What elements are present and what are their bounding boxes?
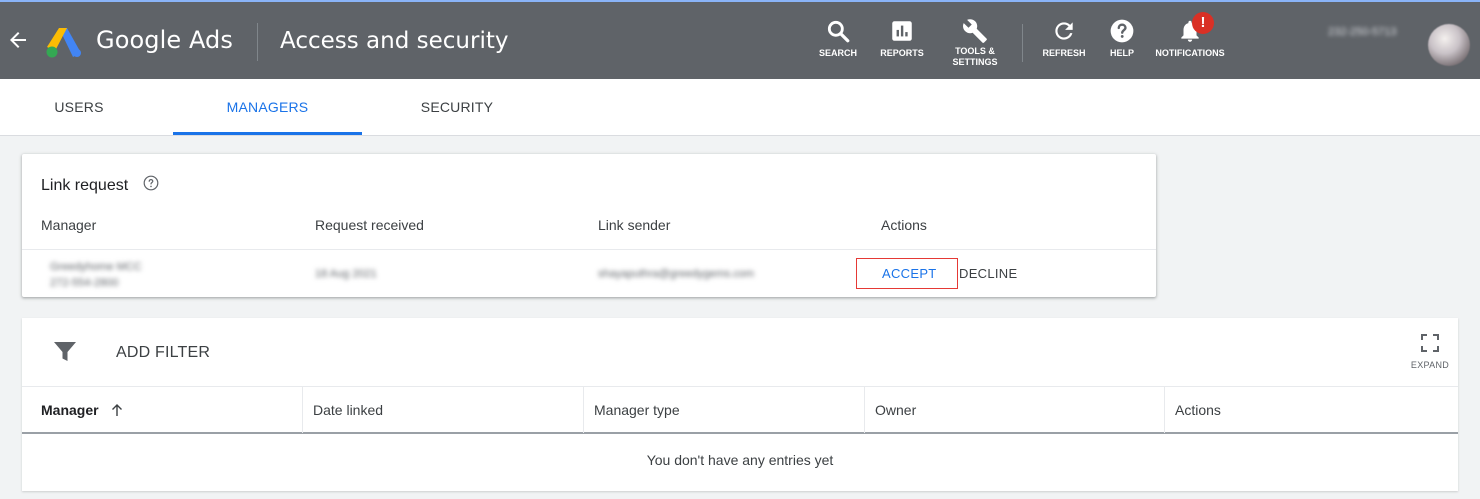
search-label: SEARCH — [818, 48, 857, 58]
account-avatar[interactable] — [1428, 24, 1470, 66]
notification-alert-badge: ! — [1192, 12, 1214, 34]
tab-managers[interactable]: MANAGERS — [173, 79, 362, 136]
managers-table-header: Manager Date linked Manager type Owner A… — [22, 386, 1458, 434]
search-icon — [827, 20, 850, 43]
add-filter-button[interactable]: ADD FILTER — [116, 344, 210, 362]
reports-label: REPORTS — [880, 48, 924, 58]
help-button[interactable]: HELP — [1104, 18, 1140, 59]
tab-users[interactable]: USERS — [0, 79, 158, 136]
search-button[interactable]: SEARCH — [817, 18, 859, 59]
notifications-button[interactable]: NOTIFICATIONS — [1152, 18, 1228, 59]
help-circle-icon[interactable] — [143, 175, 159, 191]
request-manager-id: 272-554-2800 — [50, 277, 119, 289]
expand-label: EXPAND — [1410, 360, 1450, 370]
header-divider — [1022, 24, 1023, 62]
google-ads-logo-icon — [46, 28, 81, 58]
request-link-sender: shayaputhra@greedygems.com — [598, 268, 755, 280]
sort-ascending-icon — [112, 403, 123, 416]
column-header-owner[interactable]: Owner — [864, 387, 1165, 433]
tab-security[interactable]: SECURITY — [362, 79, 552, 136]
brand-name: Google Ads — [96, 26, 233, 54]
column-header-request-received: Request received — [315, 217, 424, 233]
fullscreen-icon — [1421, 334, 1439, 352]
column-header-actions: Actions — [1164, 387, 1458, 433]
back-arrow-icon[interactable] — [6, 28, 30, 52]
refresh-button[interactable]: REFRESH — [1040, 18, 1088, 59]
column-header-manager: Manager — [41, 217, 97, 233]
decline-button[interactable]: DECLINE — [959, 266, 1017, 281]
refresh-icon — [1055, 22, 1073, 40]
managers-table-card: ADD FILTER EXPAND Manager Date linked Ma… — [22, 318, 1458, 491]
tools-settings-label: TOOLS & SETTINGS — [952, 46, 998, 67]
column-header-manager[interactable]: Manager — [22, 387, 303, 433]
reports-button[interactable]: REPORTS — [876, 18, 928, 59]
customer-id: 232-250-5713 — [1328, 26, 1397, 38]
row-divider — [22, 249, 1156, 250]
column-header-actions: Actions — [881, 217, 927, 233]
column-header-link-sender: Link sender — [598, 217, 671, 233]
help-label: HELP — [1109, 48, 1134, 58]
active-tab-indicator — [173, 132, 362, 135]
request-received-date: 18 Aug 2021 — [315, 268, 377, 280]
page-title: Access and security — [280, 28, 509, 54]
wrench-icon — [963, 19, 987, 43]
link-request-card: Link request Manager Request received Li… — [22, 154, 1156, 297]
accept-button[interactable]: ACCEPT — [882, 266, 937, 281]
empty-state-message: You don't have any entries yet — [646, 452, 834, 468]
column-header-date-linked[interactable]: Date linked — [302, 387, 584, 433]
notifications-label: NOTIFICATIONS — [1155, 48, 1225, 58]
link-request-title: Link request — [41, 177, 129, 194]
tab-bar: USERS MANAGERS SECURITY — [0, 79, 1480, 136]
column-header-manager-type[interactable]: Manager type — [583, 387, 865, 433]
tools-settings-button[interactable]: TOOLS & SETTINGS — [948, 18, 1002, 68]
header-divider — [257, 23, 258, 61]
help-icon — [1110, 19, 1134, 43]
expand-button[interactable]: EXPAND — [1408, 334, 1452, 370]
refresh-label: REFRESH — [1042, 48, 1086, 58]
filter-icon[interactable] — [54, 342, 76, 362]
reports-icon — [892, 21, 912, 41]
top-app-bar: Google Ads Access and security SEARCH RE… — [0, 0, 1480, 79]
column-header-manager-label: Manager — [41, 402, 99, 418]
request-manager-name: Greedyhome MCC — [50, 261, 142, 273]
